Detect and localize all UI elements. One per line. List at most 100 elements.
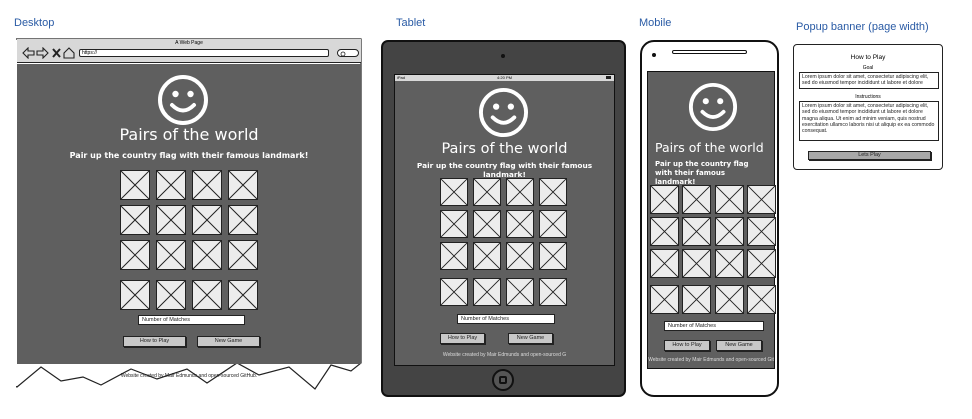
image-placeholder-icon [683, 218, 710, 245]
image-placeholder-icon [121, 206, 149, 234]
image-placeholder-icon [651, 218, 678, 245]
card-tile[interactable] [715, 285, 744, 314]
window-title: A Web Page [175, 40, 203, 46]
card-tile[interactable] [650, 249, 679, 278]
image-placeholder-icon [540, 279, 566, 305]
search-box[interactable] [337, 49, 359, 57]
card-tile[interactable] [539, 210, 567, 238]
card-tile[interactable] [715, 249, 744, 278]
card-tile[interactable] [747, 217, 776, 246]
image-placeholder-icon [683, 286, 710, 313]
image-placeholder-icon [651, 286, 678, 313]
card-tile[interactable] [473, 242, 501, 270]
image-placeholder-icon [121, 281, 149, 309]
card-tile[interactable] [228, 280, 258, 310]
card-tile[interactable] [228, 205, 258, 235]
desktop-wireframe: A Web Page https:// Pairs of the world P… [16, 38, 362, 398]
card-tile[interactable] [473, 210, 501, 238]
popup-goal-heading: Goal [862, 65, 874, 71]
status-time: 4:20 PM [497, 75, 512, 80]
card-tile[interactable] [473, 278, 501, 306]
image-placeholder-icon [441, 179, 467, 205]
card-tile[interactable] [506, 178, 534, 206]
card-tile[interactable] [192, 240, 222, 270]
mobile-footer: Website created by Mair Edmunds and open… [648, 357, 774, 363]
matches-field[interactable]: Number of Matches [138, 315, 245, 325]
card-tile[interactable] [682, 249, 711, 278]
card-tile[interactable] [440, 210, 468, 238]
new-game-button[interactable]: New Game [197, 336, 260, 347]
card-tile[interactable] [747, 249, 776, 278]
desktop-footer: Website created by Mair Edmunds and open… [120, 373, 258, 379]
card-tile[interactable] [228, 170, 258, 200]
image-placeholder-icon [229, 241, 257, 269]
card-tile[interactable] [747, 185, 776, 214]
new-game-button[interactable]: New Game [508, 333, 553, 344]
card-tile[interactable] [120, 240, 150, 270]
card-tile[interactable] [715, 185, 744, 214]
image-placeholder-icon [441, 243, 467, 269]
card-tile[interactable] [682, 185, 711, 214]
card-tile[interactable] [192, 170, 222, 200]
card-tile[interactable] [506, 242, 534, 270]
lets-play-button[interactable]: Lets Play [808, 151, 931, 160]
card-tile[interactable] [156, 240, 186, 270]
card-tile[interactable] [682, 217, 711, 246]
image-placeholder-icon [229, 206, 257, 234]
caption-tablet: Tablet [396, 17, 426, 29]
card-tile[interactable] [650, 217, 679, 246]
card-tile[interactable] [440, 278, 468, 306]
card-tile[interactable] [539, 178, 567, 206]
browser-toolbar: A Web Page https:// [17, 39, 361, 63]
matches-field[interactable]: Number of Matches [664, 321, 764, 331]
image-placeholder-icon [193, 171, 221, 199]
card-tile[interactable] [506, 278, 534, 306]
home-button[interactable] [492, 369, 514, 391]
card-tile[interactable] [539, 242, 567, 270]
image-placeholder-icon [121, 241, 149, 269]
popup-banner: How to Play Goal Lorem ipsum dolor sit a… [793, 44, 943, 170]
card-tile[interactable] [120, 170, 150, 200]
card-tile[interactable] [650, 285, 679, 314]
image-placeholder-icon [748, 250, 775, 277]
image-placeholder-icon [716, 286, 743, 313]
card-tile[interactable] [539, 278, 567, 306]
card-tile[interactable] [192, 280, 222, 310]
card-tile[interactable] [228, 240, 258, 270]
image-placeholder-icon [474, 179, 500, 205]
caption-mobile: Mobile [639, 17, 672, 29]
how-to-play-button[interactable]: How to Play [123, 336, 186, 347]
card-tile[interactable] [506, 210, 534, 238]
how-to-play-button[interactable]: How to Play [440, 333, 485, 344]
speaker-icon [672, 50, 747, 54]
image-placeholder-icon [748, 218, 775, 245]
image-placeholder-icon [229, 171, 257, 199]
card-tile[interactable] [120, 205, 150, 235]
page-title: Pairs of the world [119, 125, 259, 144]
page-title: Pairs of the world [655, 140, 764, 155]
card-tile[interactable] [156, 280, 186, 310]
how-to-play-button[interactable]: How to Play [664, 340, 710, 351]
matches-field[interactable]: Number of Matches [457, 314, 555, 324]
card-tile[interactable] [747, 285, 776, 314]
image-placeholder-icon [474, 211, 500, 237]
card-tile[interactable] [156, 170, 186, 200]
card-tile[interactable] [650, 185, 679, 214]
image-placeholder-icon [441, 279, 467, 305]
card-tile[interactable] [120, 280, 150, 310]
smiley-logo-icon [478, 87, 529, 138]
card-tile[interactable] [715, 217, 744, 246]
caption-popup: Popup banner (page width) [796, 21, 929, 33]
card-tile[interactable] [682, 285, 711, 314]
card-tile[interactable] [192, 205, 222, 235]
popup-instructions-text: Lorem ipsum dolor sit amet, consectetur … [799, 101, 939, 141]
card-tile[interactable] [440, 178, 468, 206]
card-tile[interactable] [156, 205, 186, 235]
new-game-button[interactable]: New Game [716, 340, 762, 351]
card-tile[interactable] [473, 178, 501, 206]
image-placeholder-icon [157, 241, 185, 269]
address-bar[interactable]: https:// [79, 49, 329, 57]
card-tile[interactable] [440, 242, 468, 270]
card-grid [649, 185, 776, 315]
popup-instructions-heading: Instructions [855, 94, 881, 100]
